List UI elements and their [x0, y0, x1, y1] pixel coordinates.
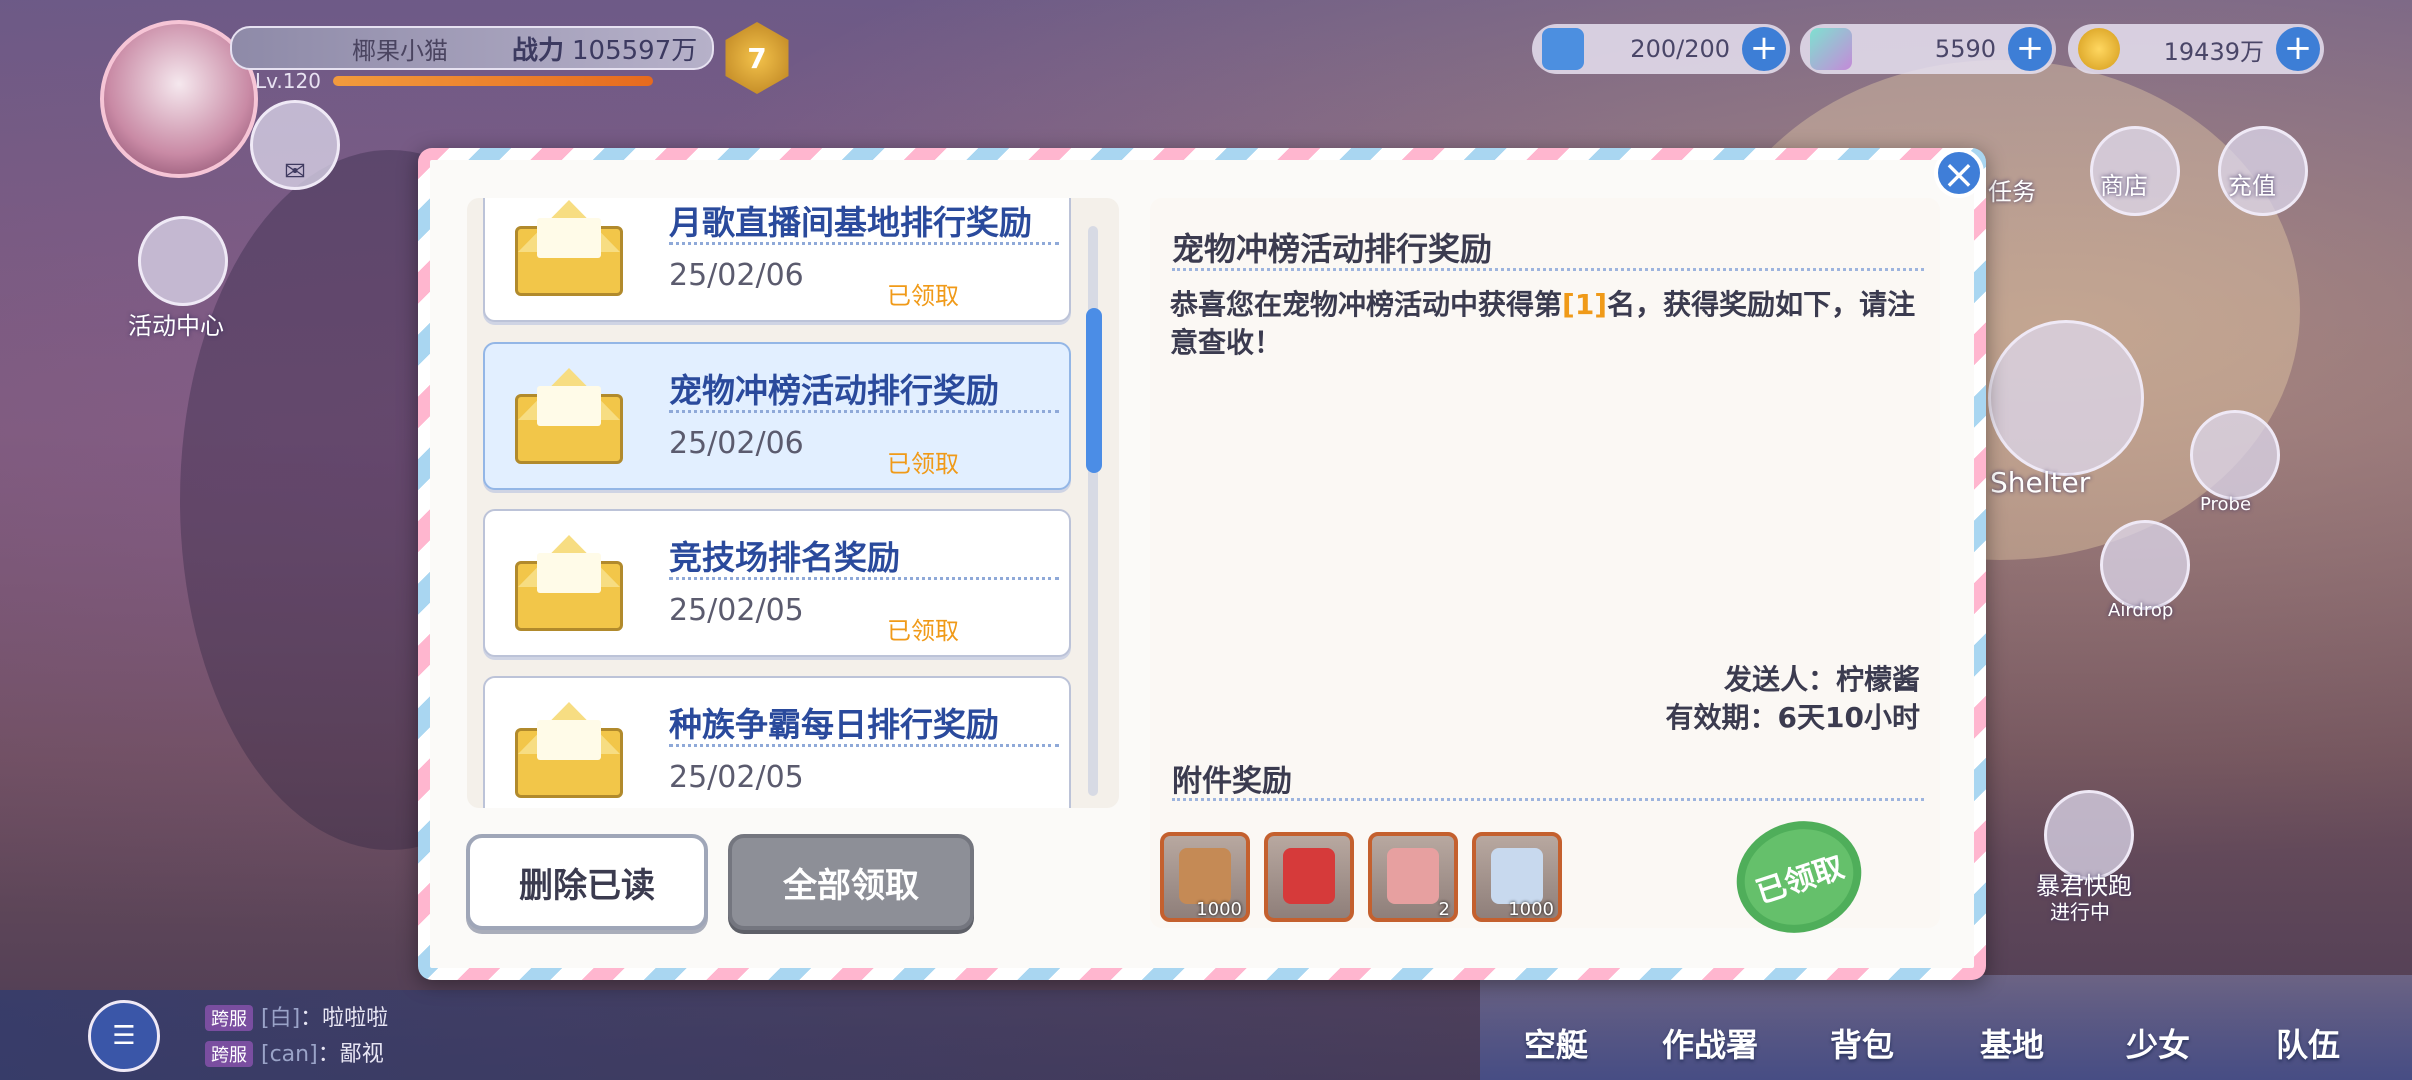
- nav-girls[interactable]: 少女: [2126, 1020, 2190, 1066]
- recharge-label: 充值: [2228, 172, 2276, 200]
- probe-icon[interactable]: [2190, 410, 2280, 500]
- activity-center-label: 活动中心: [128, 312, 224, 340]
- chat-tag: 跨服: [205, 1005, 253, 1031]
- probe-label: Probe: [2200, 494, 2252, 515]
- nav-airship[interactable]: 空艇: [1524, 1020, 1588, 1066]
- power-label: 战力: [512, 35, 565, 66]
- mail-detail-body: 恭喜您在宠物冲榜活动中获得第[1]名，获得奖励如下，请注意查收！: [1170, 286, 1930, 362]
- divider: [1172, 798, 1924, 801]
- item-qty: 1000: [1196, 899, 1242, 920]
- mail-detail-title: 宠物冲榜活动排行奖励: [1172, 230, 1493, 268]
- task-label: 任务: [1988, 178, 2036, 206]
- chat-user: [白]: [261, 1006, 301, 1031]
- mail-icon[interactable]: ✉: [250, 100, 340, 190]
- scrollbar-thumb[interactable]: [1086, 308, 1102, 473]
- mail-item-selected[interactable]: 宠物冲榜活动排行奖励 25/02/06 已领取: [483, 342, 1071, 490]
- shelter-label: Shelter: [1990, 466, 2091, 499]
- mail-title: 竞技场排名奖励: [669, 538, 900, 577]
- airdrop-icon[interactable]: [2100, 520, 2190, 610]
- airdrop-label: Airdrop: [2108, 600, 2174, 621]
- player-namebar: 椰果小猫 战力 105597万: [230, 26, 714, 70]
- power-value: 105597万: [572, 35, 698, 66]
- chat-icon[interactable]: ☰: [88, 1000, 160, 1072]
- item-qty: 1000: [1508, 899, 1554, 920]
- divider: [669, 577, 1059, 580]
- nav-operations[interactable]: 作战署: [1662, 1020, 1758, 1066]
- claim-all-button[interactable]: 全部领取: [728, 834, 974, 930]
- mail-title: 月歌直播间基地排行奖励: [669, 203, 1032, 242]
- chat-text: ：啦啦啦: [300, 1006, 389, 1031]
- stamina-icon: [1542, 28, 1584, 70]
- crate-icon: [1179, 848, 1231, 904]
- delete-read-button[interactable]: 删除已读: [466, 834, 708, 930]
- food-bag-icon: [1491, 848, 1543, 904]
- stamina-counter: 200/200 +: [1532, 24, 1790, 74]
- red-box-icon: [1283, 848, 1335, 904]
- close-button[interactable]: ×: [1934, 148, 1984, 198]
- chat-text: ：鄙视: [317, 1042, 384, 1067]
- coin-icon: [2078, 28, 2120, 70]
- attachment-item[interactable]: 1000: [1160, 832, 1250, 922]
- divider: [669, 242, 1059, 245]
- mail-item[interactable]: 月歌直播间基地排行奖励 25/02/06 已领取: [483, 198, 1071, 322]
- nav-base[interactable]: 基地: [1980, 1020, 2044, 1066]
- player-name: 椰果小猫: [352, 36, 448, 65]
- chat-user: [can]: [261, 1042, 318, 1067]
- chat-tag: 跨服: [205, 1041, 253, 1067]
- mail-item[interactable]: 种族争霸每日排行奖励 25/02/05: [483, 676, 1071, 808]
- pet-card-icon: [1387, 848, 1439, 904]
- mail-title: 种族争霸每日排行奖励: [669, 705, 999, 744]
- item-qty: 2: [1438, 899, 1450, 920]
- mail-status: 已领取: [887, 617, 959, 645]
- mail-date: 25/02/05: [669, 760, 804, 795]
- envelope-icon: [515, 200, 623, 296]
- divider: [669, 410, 1059, 413]
- envelope-icon: [515, 702, 623, 798]
- attachments-title: 附件奖励: [1172, 764, 1292, 799]
- bottom-nav: [1480, 975, 2412, 1080]
- crystal-value: 5590: [1934, 35, 1996, 63]
- coin-value: 19439万: [2163, 37, 2264, 66]
- level-bar: Lv.120: [255, 69, 685, 93]
- rank-value: [1]: [1562, 288, 1608, 321]
- chat-line: 跨服 [can]：鄙视: [205, 1036, 384, 1068]
- mail-expiry: 有效期：6天10小时: [1665, 701, 1920, 734]
- mail-status: 已领取: [887, 282, 959, 310]
- divider: [669, 744, 1059, 747]
- envelope-icon: [515, 368, 623, 464]
- coin-counter: 19439万 +: [2068, 24, 2324, 74]
- stamina-value: 200/200: [1630, 35, 1730, 63]
- tyrant-run-status: 进行中: [2050, 900, 2110, 924]
- shelter-icon[interactable]: [1988, 320, 2144, 476]
- shop-label: 商店: [2100, 172, 2148, 200]
- crystal-counter: 5590 +: [1800, 24, 2056, 74]
- envelope-icon: [515, 535, 623, 631]
- attachment-item[interactable]: [1264, 832, 1354, 922]
- add-crystal-button[interactable]: +: [2008, 27, 2052, 71]
- attachment-item[interactable]: 2: [1368, 832, 1458, 922]
- nav-team[interactable]: 队伍: [2276, 1020, 2340, 1066]
- nav-backpack[interactable]: 背包: [1830, 1020, 1894, 1066]
- add-stamina-button[interactable]: +: [1742, 27, 1786, 71]
- mail-title: 宠物冲榜活动排行奖励: [669, 371, 999, 410]
- add-coin-button[interactable]: +: [2276, 27, 2320, 71]
- mail-status: 已领取: [887, 450, 959, 478]
- mail-date: 25/02/06: [669, 258, 804, 293]
- mail-list[interactable]: 月歌直播间基地排行奖励 25/02/06 已领取 宠物冲榜活动排行奖励 25/0…: [467, 198, 1119, 808]
- crystal-icon: [1810, 28, 1852, 70]
- body-text: 恭喜您在宠物冲榜活动中获得第: [1170, 288, 1563, 321]
- rank-badge[interactable]: 7: [725, 22, 789, 94]
- player-level: Lv.120: [255, 69, 321, 93]
- mail-date: 25/02/05: [669, 593, 804, 628]
- mail-sender: 发送人：柠檬酱: [1723, 663, 1920, 696]
- exp-bar: [332, 76, 653, 86]
- divider: [1172, 268, 1924, 271]
- attachment-item[interactable]: 1000: [1472, 832, 1562, 922]
- activity-center-icon[interactable]: [138, 216, 228, 306]
- mail-item[interactable]: 竞技场排名奖励 25/02/05 已领取: [483, 509, 1071, 657]
- chat-line: 跨服 [白]：啦啦啦: [205, 1000, 388, 1032]
- mail-date: 25/02/06: [669, 426, 804, 461]
